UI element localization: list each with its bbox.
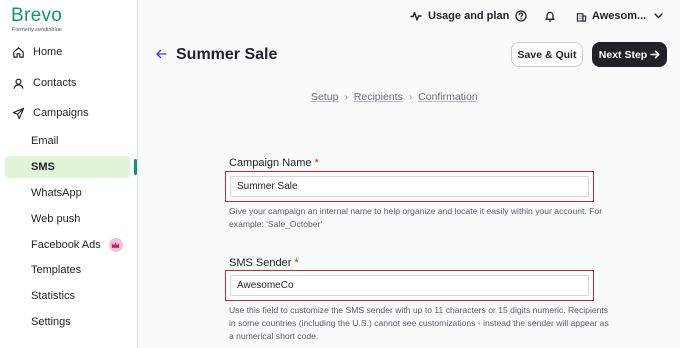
sidebar-item-label: Web push — [31, 213, 81, 225]
brand-subtitle: Formerly sendinblue — [12, 27, 62, 33]
breadcrumb: Setup › Recipients › Confirmation — [311, 91, 478, 103]
crown-icon — [108, 238, 123, 252]
sidebar-item-label: Campaigns — [33, 107, 89, 119]
brand-name: Brevo — [11, 5, 63, 26]
building-icon — [576, 11, 587, 22]
sidebar-item-label: Contacts — [33, 77, 77, 89]
help-button[interactable] — [515, 10, 527, 22]
sidebar-item-web-push[interactable]: Web push — [0, 208, 137, 230]
sms-sender-label: SMS Sender * — [229, 257, 299, 269]
campaign-name-help: Give your campaign an internal name to h… — [229, 206, 603, 229]
sms-sender-input[interactable]: AwesomeCo — [230, 275, 589, 296]
account-menu[interactable]: Awesom... — [576, 10, 663, 22]
sidebar-item-statistics[interactable]: Statistics — [0, 285, 137, 307]
sidebar-item-settings[interactable]: Settings — [0, 311, 137, 333]
sidebar-item-label: Templates — [31, 264, 82, 276]
bell-icon — [544, 10, 556, 22]
campaign-name-label-text: Campaign Name — [229, 157, 312, 169]
back-button[interactable] — [156, 49, 167, 59]
activity-icon — [410, 10, 422, 22]
chevron-down-icon — [654, 13, 663, 19]
sidebar-item-label: Email — [31, 135, 59, 147]
next-step-button[interactable]: Next Step — [592, 42, 667, 67]
sidebar-item-home[interactable]: Home — [0, 41, 137, 63]
breadcrumb-recipients[interactable]: Recipients — [354, 91, 403, 103]
sidebar-item-facebook-ads[interactable]: Facebook Ads — [0, 234, 137, 256]
arrow-left-icon — [156, 49, 167, 59]
sms-sender-label-text: SMS Sender — [229, 257, 292, 269]
required-marker: * — [294, 257, 299, 269]
save-and-quit-button[interactable]: Save & Quit — [511, 42, 583, 67]
campaign-name-label: Campaign Name * — [229, 157, 319, 169]
campaign-name-input[interactable]: Summer Sale — [230, 176, 589, 197]
sidebar-item-label: WhatsApp — [31, 187, 82, 199]
sidebar-item-sms[interactable]: SMS — [5, 156, 130, 178]
chevron-right-icon: › — [344, 91, 348, 103]
sidebar-item-label: Home — [33, 46, 63, 58]
sidebar-item-label: Facebook Ads — [31, 239, 101, 251]
account-name: Awesom... — [592, 10, 647, 22]
sidebar-item-campaigns[interactable]: Campaigns — [0, 102, 137, 124]
send-icon — [11, 106, 25, 120]
chevron-right-icon: › — [408, 91, 413, 103]
sidebar-item-contacts[interactable]: Contacts — [0, 72, 137, 94]
active-indicator — [134, 159, 137, 175]
arrow-right-icon — [650, 50, 660, 59]
brand-logo[interactable]: Brevo Formerly sendinblue — [11, 5, 63, 33]
sidebar-item-label: Statistics — [31, 290, 76, 302]
sidebar: Brevo Formerly sendinblue Home Contacts … — [0, 0, 138, 348]
usage-and-plan-link[interactable]: Usage and plan — [410, 10, 509, 22]
sms-sender-help: Use this field to customize the SMS send… — [229, 305, 609, 341]
sidebar-item-templates[interactable]: Templates — [0, 259, 137, 281]
home-icon — [11, 45, 25, 59]
page-title: Summer Sale — [176, 46, 278, 63]
breadcrumb-confirmation[interactable]: Confirmation — [418, 91, 478, 103]
contacts-icon — [11, 76, 25, 90]
help-icon — [515, 10, 527, 22]
notifications-button[interactable] — [544, 10, 556, 22]
usage-label: Usage and plan — [428, 10, 510, 22]
next-step-label: Next Step — [598, 48, 648, 61]
campaign-name-highlight: Summer Sale — [225, 171, 594, 202]
required-marker: * — [314, 157, 319, 169]
sidebar-item-label: SMS — [31, 161, 55, 173]
sidebar-item-label: Settings — [31, 316, 71, 328]
sms-sender-highlight: AwesomeCo — [225, 270, 594, 301]
breadcrumb-setup[interactable]: Setup — [311, 91, 338, 103]
sidebar-item-email[interactable]: Email — [0, 130, 137, 152]
sidebar-item-whatsapp[interactable]: WhatsApp — [0, 182, 137, 204]
